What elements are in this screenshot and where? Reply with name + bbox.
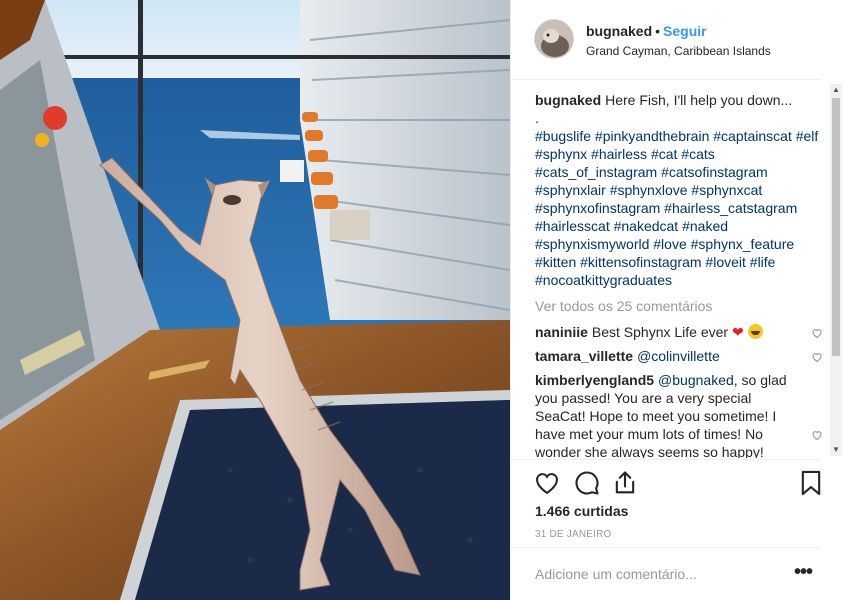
cat-on-cruise-ship-image [0, 0, 510, 600]
bookmark-icon[interactable] [797, 469, 825, 497]
comment-like-heart-icon[interactable] [811, 427, 823, 445]
header-line: bugnaked • Seguir [586, 23, 707, 39]
post-header: bugnaked • Seguir Grand Cayman, Caribbean … [511, 0, 821, 80]
comment-item: tamara_villette @colinvillette [535, 347, 823, 365]
comment-like-heart-icon[interactable] [811, 349, 823, 367]
follow-button[interactable]: Seguir [663, 23, 707, 39]
avatar[interactable] [534, 19, 574, 59]
view-all-comments-link[interactable]: Ver todos os 25 comentários [535, 297, 823, 315]
caption: bugnaked Here Fish, I'll help you down...… [535, 91, 823, 289]
like-heart-icon[interactable] [533, 469, 561, 497]
red-heart-emoji-icon: ❤ [731, 324, 744, 340]
post-side-panel: bugnaked • Seguir Grand Cayman, Caribbean … [510, 0, 844, 600]
caption-username[interactable]: bugnaked [535, 92, 601, 108]
comment-mention[interactable]: @colinvillette [637, 348, 720, 364]
comments-scrollbar[interactable]: ▲ ▼ [830, 84, 842, 456]
avatar-image [535, 20, 573, 58]
scroll-thumb[interactable] [832, 98, 840, 356]
likes-count[interactable]: 1.466 curtidas [535, 503, 628, 519]
share-icon[interactable] [611, 469, 639, 497]
post-location[interactable]: Grand Cayman, Caribbean Islands [586, 44, 771, 58]
comment-username[interactable]: tamara_villette [535, 348, 633, 364]
scroll-down-arrow-icon[interactable]: ▼ [830, 444, 842, 456]
caption-text: Here Fish, I'll help you down... [605, 92, 793, 108]
caption-hashtags[interactable]: #bugslife #pinkyandthebrain #captainscat… [535, 127, 823, 289]
comment-item: kimberlyengland5 @bugnaked, so glad you p… [535, 371, 823, 458]
caption-dot: . [535, 110, 539, 126]
header-username[interactable]: bugnaked [586, 23, 652, 39]
comment-username[interactable]: naniniie [535, 324, 588, 340]
add-comment-input[interactable] [535, 566, 775, 582]
comment-bubble-icon[interactable] [573, 469, 601, 497]
post-photo[interactable] [0, 0, 510, 600]
more-options-icon[interactable]: ••• [794, 562, 813, 582]
add-comment-section: ••• [511, 547, 821, 600]
post-date[interactable]: 31 DE JANEIRO [535, 529, 612, 540]
comments-list[interactable]: bugnaked Here Fish, I'll help you down...… [535, 91, 823, 458]
laughing-emoji-icon [747, 324, 763, 339]
post-actions: 1.466 curtidas 31 DE JANEIRO [511, 459, 821, 551]
comment-item: naniniie Best Sphynx Life ever ❤ [535, 323, 823, 341]
instagram-post: bugnaked • Seguir Grand Cayman, Caribbean … [0, 0, 844, 600]
header-separator: • [655, 23, 661, 39]
comment-text: Best Sphynx Life ever [591, 324, 729, 340]
comment-username[interactable]: kimberlyengland5 [535, 372, 654, 388]
scroll-up-arrow-icon[interactable]: ▲ [830, 84, 842, 96]
comment-like-heart-icon[interactable] [811, 325, 823, 343]
comment-mention[interactable]: @bugnaked [658, 372, 734, 388]
